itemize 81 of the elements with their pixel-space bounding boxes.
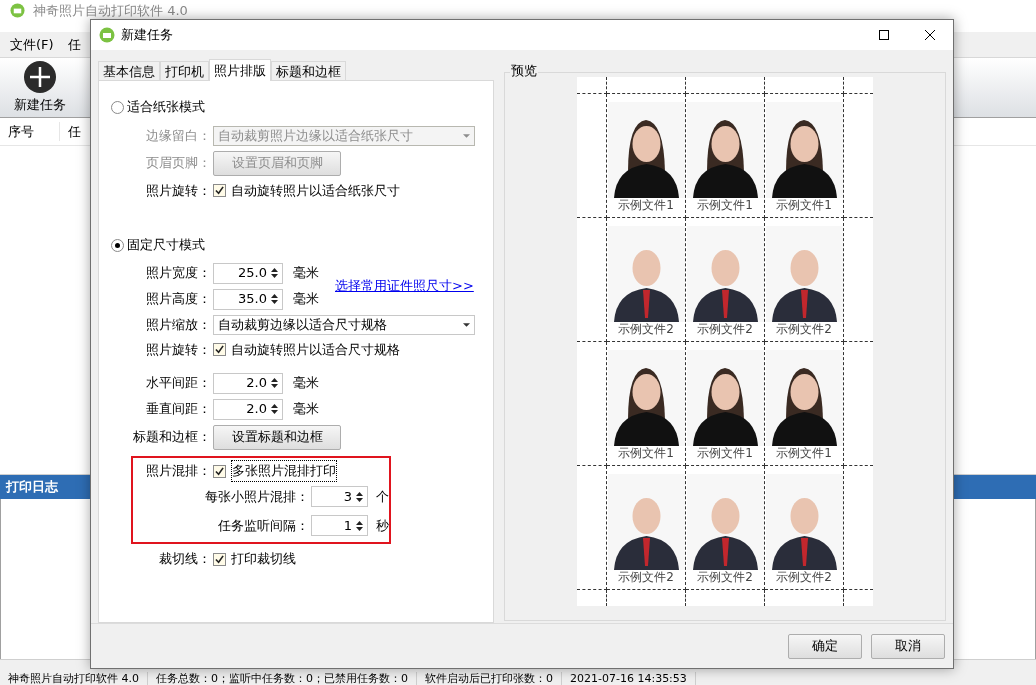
field-label: 照片高度： <box>145 290 211 309</box>
photo-caption: 示例文件2 <box>776 322 832 336</box>
settings-button[interactable]: 设置标题和边框 <box>213 424 341 450</box>
unit-label: 毫米 <box>293 374 319 393</box>
number-spin-field[interactable]: 2.0 <box>213 372 283 394</box>
status-bar-text: 2021-07-16 14:35:53 <box>562 672 696 685</box>
radio-label[interactable]: 固定尺寸模式 <box>127 235 205 255</box>
plus-circle-icon <box>24 60 56 93</box>
menu-item[interactable]: 文件(F) <box>10 34 54 55</box>
number-spin-field[interactable]: 35.0 <box>213 288 283 310</box>
dropdown-field[interactable]: 自动裁剪边缘以适合尺寸规格 <box>213 314 475 335</box>
cut-grid-cell <box>577 77 607 94</box>
radio-label[interactable]: 适合纸张模式 <box>127 97 205 117</box>
photo-caption: 示例文件2 <box>618 322 674 336</box>
unit-label: 毫米 <box>293 290 319 309</box>
field-label: 任务监听间隔： <box>217 516 309 535</box>
photo-caption: 示例文件1 <box>697 198 753 212</box>
field-label: 照片旋转： <box>145 340 211 359</box>
photo-caption: 示例文件1 <box>697 446 753 460</box>
field-label: 裁切线： <box>158 550 211 569</box>
unit-label: 毫米 <box>293 264 319 283</box>
field-label: 标题和边框： <box>132 428 211 447</box>
photo-caption: 示例文件2 <box>697 322 753 336</box>
tab[interactable]: 打印机 <box>160 61 209 80</box>
dropdown-caret-icon <box>463 133 470 138</box>
status-bar-text: 任务总数：0；监听中任务数：0；已禁用任务数：0 <box>148 672 417 685</box>
dialog-button[interactable]: 取消 <box>871 633 945 659</box>
field-label: 边缘留白： <box>145 126 211 145</box>
maximize-icon <box>879 30 889 40</box>
photo-caption: 示例文件1 <box>776 446 832 460</box>
close-icon <box>925 30 935 40</box>
checkbox-label[interactable]: 自动旋转照片以适合纸张尺寸 <box>231 180 400 201</box>
checkbox[interactable] <box>213 552 226 566</box>
radio-button[interactable] <box>111 100 124 114</box>
column-header[interactable]: 序号 <box>0 121 60 142</box>
radio-button[interactable] <box>111 238 124 252</box>
checkbox-label[interactable]: 打印裁切线 <box>231 549 296 569</box>
checkbox[interactable] <box>213 343 226 356</box>
tab[interactable]: 基本信息 <box>98 61 160 80</box>
tab[interactable]: 照片排版 <box>209 59 271 81</box>
dialog-button[interactable]: 确定 <box>788 633 862 659</box>
window-title: 神奇照片自动打印软件 4.0 <box>33 3 188 18</box>
field-label: 水平间距： <box>145 374 211 393</box>
photo-caption: 示例文件2 <box>618 570 674 584</box>
photo-caption: 示例文件2 <box>776 570 832 584</box>
number-spin-field[interactable]: 3 <box>311 486 368 507</box>
spin-arrows-icon <box>356 519 363 532</box>
unit-label: 秒 <box>376 516 389 535</box>
photo-caption: 示例文件2 <box>697 570 753 584</box>
field-label: 照片缩放： <box>145 315 211 334</box>
field-label: 页眉页脚： <box>145 154 211 173</box>
new-task-button[interactable]: 新建任务 <box>14 60 66 115</box>
preview-title: 预览 <box>510 62 538 80</box>
dialog-title: 新建任务 <box>121 26 174 45</box>
checkbox[interactable] <box>213 184 226 197</box>
app-logo-icon <box>99 27 115 43</box>
size-presets-link[interactable]: 选择常用证件照尺寸>> <box>335 276 474 296</box>
number-spin-field[interactable]: 25.0 <box>213 262 283 284</box>
spin-arrows-icon <box>271 403 278 415</box>
photo-caption: 示例文件1 <box>618 198 674 212</box>
tab[interactable]: 标题和边框 <box>271 61 346 80</box>
dropdown-caret-icon <box>463 322 470 327</box>
spin-arrows-icon <box>271 293 278 305</box>
unit-label: 毫米 <box>293 400 319 419</box>
app-logo-icon <box>10 3 25 18</box>
status-bar-text: 软件启动后已打印张数：0 <box>417 672 562 685</box>
spin-arrows-icon <box>271 267 278 279</box>
field-label: 垂直间距： <box>145 400 211 419</box>
field-label: 照片宽度： <box>145 264 211 283</box>
checkbox-label[interactable]: 自动旋转照片以适合尺寸规格 <box>231 339 400 360</box>
photo-caption: 示例文件1 <box>776 198 832 212</box>
checkbox[interactable] <box>213 464 226 478</box>
photo-caption: 示例文件1 <box>618 446 674 460</box>
menu-item[interactable]: 任 <box>67 34 81 55</box>
status-bar-text: 神奇照片自动打印软件 4.0 <box>0 672 148 685</box>
spin-arrows-icon <box>356 490 363 503</box>
checkbox-label[interactable]: 多张照片混排打印 <box>231 460 337 482</box>
spin-arrows-icon <box>271 377 278 389</box>
number-spin-field[interactable]: 2.0 <box>213 398 283 420</box>
field-label: 照片旋转： <box>145 181 211 200</box>
number-spin-field[interactable]: 1 <box>311 515 368 536</box>
